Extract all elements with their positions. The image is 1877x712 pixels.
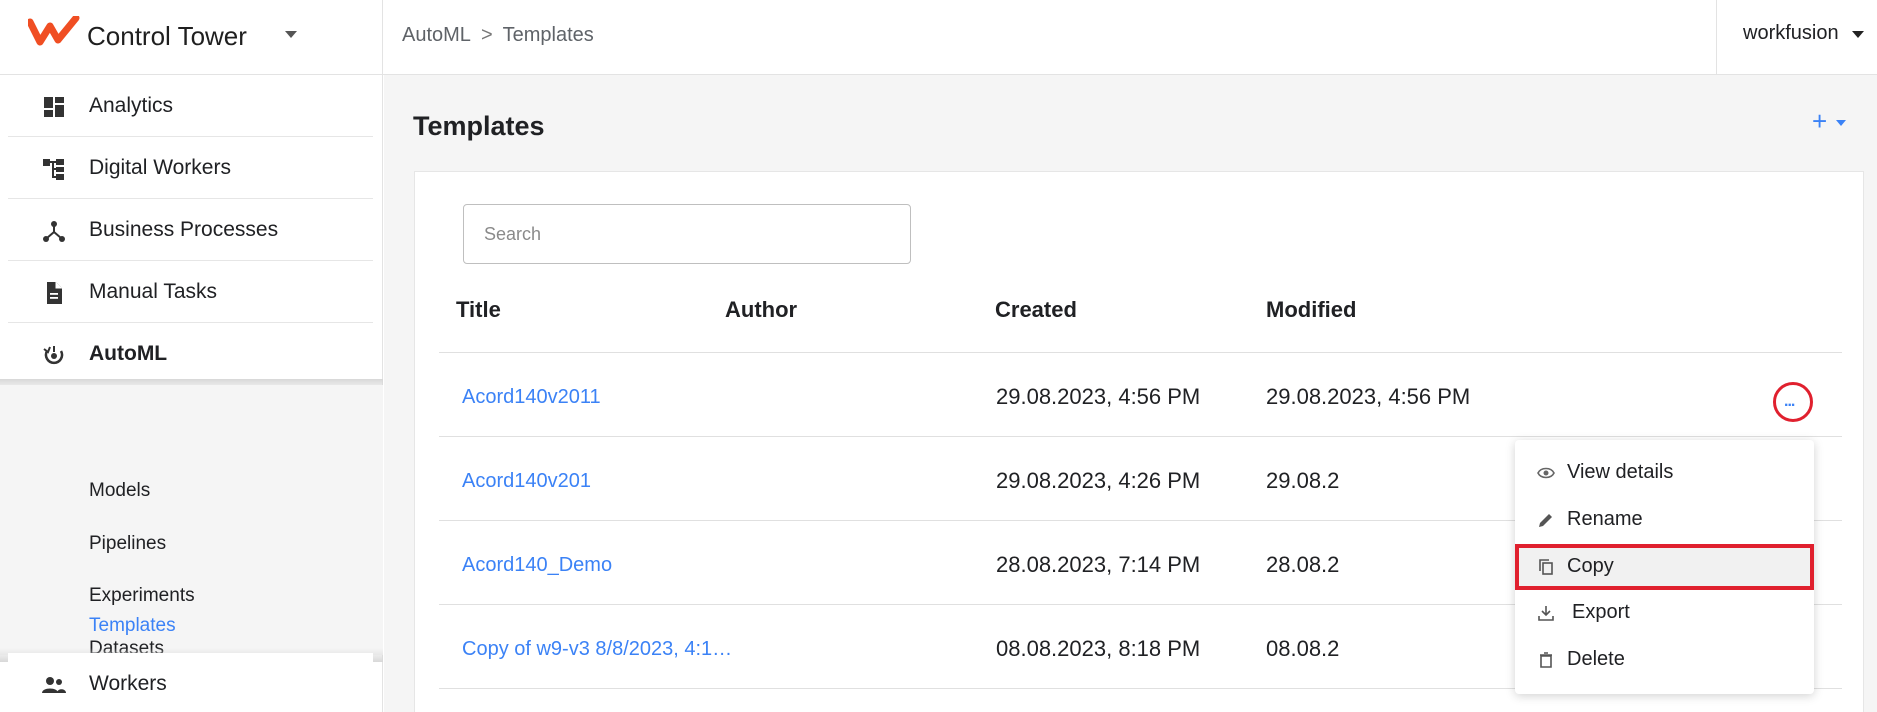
breadcrumb: AutoML > Templates <box>402 24 594 47</box>
automl-subnav: Models Pipelines Experiments Datasets <box>0 385 383 659</box>
template-title-link[interactable]: Acord140_Demo <box>462 554 612 577</box>
chevron-down-icon <box>1836 120 1846 126</box>
search-input[interactable] <box>463 204 911 264</box>
menu-item-copy[interactable]: Copy <box>1515 544 1814 590</box>
subnav-item-models[interactable]: Models <box>89 480 150 502</box>
menu-item-rename[interactable]: Rename <box>1515 497 1814 543</box>
template-title-link[interactable]: Acord140v201 <box>462 470 591 493</box>
sidebar-item-label: Manual Tasks <box>89 279 218 303</box>
menu-item-label: Rename <box>1567 508 1643 530</box>
template-title-link[interactable]: Acord140v2011 <box>462 386 601 409</box>
document-icon <box>47 282 62 304</box>
workfusion-logo-icon <box>28 16 80 46</box>
eye-icon <box>1537 467 1555 479</box>
page-title: Templates <box>413 111 545 141</box>
created-cell: 29.08.2023, 4:56 PM <box>996 384 1201 409</box>
sidebar-item-label: Workers <box>89 672 167 695</box>
subnav-item-pipelines[interactable]: Pipelines <box>89 533 166 555</box>
sidebar-item-label: Analytics <box>89 93 174 117</box>
copy-icon <box>1539 559 1553 575</box>
template-title-link[interactable]: Copy of w9-v3 8/8/2023, 4:1… <box>462 638 732 661</box>
chevron-down-icon[interactable] <box>285 31 297 38</box>
menu-item-delete[interactable]: Delete <box>1515 637 1814 683</box>
add-template-button[interactable]: + <box>1812 106 1856 138</box>
created-cell: 08.08.2023, 8:18 PM <box>996 636 1201 661</box>
app-name: Control Tower <box>87 21 247 51</box>
menu-item-label: Export <box>1572 601 1630 623</box>
menu-item-label: View details <box>1567 461 1674 483</box>
more-actions-button[interactable]: ... <box>1773 382 1813 422</box>
hierarchy-icon <box>43 159 64 180</box>
people-icon <box>42 677 66 693</box>
sidebar-item-label: Business Processes <box>89 217 279 241</box>
menu-item-view-details[interactable]: View details <box>1515 450 1814 496</box>
column-header-title[interactable]: Title <box>456 297 501 323</box>
sidebar-item-label: AutoML <box>89 342 168 365</box>
chevron-right-icon: > <box>480 24 493 46</box>
modified-cell: 29.08.2023, 4:56 PM <box>1266 384 1471 409</box>
column-header-modified[interactable]: Modified <box>1266 297 1356 323</box>
chevron-down-icon[interactable] <box>1852 31 1864 38</box>
breadcrumb-automl[interactable]: AutoML <box>402 24 471 47</box>
sidebar-item-analytics[interactable]: Analytics <box>8 75 373 137</box>
trash-icon <box>1540 652 1552 668</box>
sidebar: Analytics Digital Workers Business Proce… <box>0 75 383 712</box>
sidebar-item-business-processes[interactable]: Business Processes <box>8 199 373 261</box>
pencil-icon <box>1539 514 1552 527</box>
sidebar-item-workers[interactable]: Workers <box>8 653 373 712</box>
breadcrumb-templates: Templates <box>502 24 594 46</box>
created-cell: 29.08.2023, 4:26 PM <box>996 468 1201 493</box>
modified-cell: 08.08.2 <box>1266 636 1340 661</box>
column-header-created[interactable]: Created <box>995 297 1077 323</box>
sidebar-item-label: Digital Workers <box>89 155 231 179</box>
table-row[interactable]: Acord140v2011 29.08.2023, 4:56 PM 29.08.… <box>439 353 1842 437</box>
top-bar: Control Tower AutoML > Templates workfus… <box>0 0 1877 75</box>
menu-item-export[interactable]: Export <box>1515 590 1814 636</box>
subnav-item-templates[interactable]: Templates <box>89 615 176 637</box>
user-menu[interactable]: workfusion <box>1716 0 1877 75</box>
column-header-author[interactable]: Author <box>725 297 797 323</box>
automl-icon <box>43 346 64 365</box>
sidebar-item-manual-tasks[interactable]: Manual Tasks <box>8 261 373 323</box>
subnav-item-experiments[interactable]: Experiments <box>89 585 195 607</box>
modified-cell: 29.08.2 <box>1266 468 1340 493</box>
modified-cell: 28.08.2 <box>1266 552 1340 577</box>
plus-icon: + <box>1812 106 1828 136</box>
sidebar-item-automl[interactable]: AutoML <box>8 323 373 385</box>
menu-item-label: Copy <box>1567 555 1614 577</box>
download-icon <box>1538 606 1554 621</box>
row-context-menu: View details Rename Copy Export Delete <box>1515 440 1814 694</box>
menu-item-label: Delete <box>1567 648 1625 670</box>
user-name: workfusion <box>1743 22 1839 44</box>
created-cell: 28.08.2023, 7:14 PM <box>996 552 1201 577</box>
sidebar-item-digital-workers[interactable]: Digital Workers <box>8 137 373 199</box>
more-horizontal-icon: ... <box>1784 393 1795 410</box>
app-switcher[interactable]: Control Tower <box>0 0 383 75</box>
process-icon <box>43 221 65 242</box>
dashboard-icon <box>44 97 64 117</box>
